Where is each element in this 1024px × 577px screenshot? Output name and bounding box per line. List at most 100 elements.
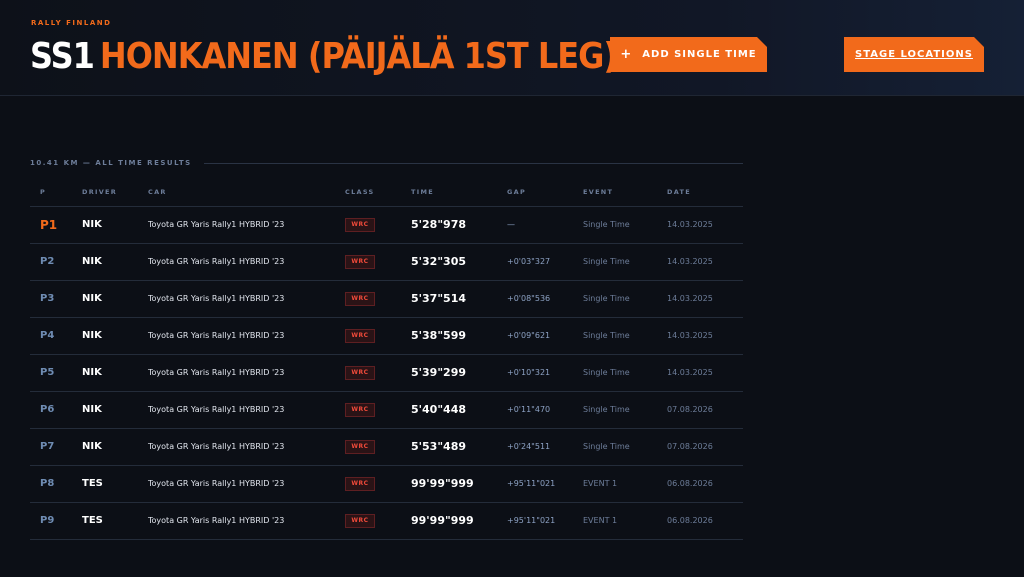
cell-time: 99'99"999 [411, 502, 507, 540]
cell-gap: +95'11"021 [507, 502, 583, 540]
cell-time: 5'39"299 [411, 354, 507, 392]
class-badge: WRC [345, 439, 375, 454]
cell-time: 5'40"448 [411, 391, 507, 429]
cell-driver: TES [82, 465, 148, 503]
table-row[interactable]: P8 TES Toyota GR Yaris Rally1 HYBRID '23 WR… [30, 465, 743, 503]
table-row[interactable]: P2 NIK Toyota GR Yaris Rally1 HYBRID '23 WR… [30, 243, 743, 281]
class-badge: WRC [345, 291, 375, 306]
cell-position: P8 [30, 465, 82, 503]
cell-position: P6 [30, 391, 82, 429]
cell-position: P5 [30, 354, 82, 392]
cell-time: 5'28"978 [411, 206, 507, 244]
plus-icon: + [620, 47, 633, 62]
cell-date: 14.03.2025 [667, 243, 743, 281]
cell-position: P7 [30, 428, 82, 466]
cell-event: EVENT 1 [583, 502, 667, 540]
table-row[interactable]: P5 NIK Toyota GR Yaris Rally1 HYBRID '23 WR… [30, 354, 743, 392]
cell-gap: +0'24"511 [507, 428, 583, 466]
class-badge: WRC [345, 328, 375, 343]
cell-class: WRC [345, 428, 411, 466]
cell-class: WRC [345, 280, 411, 318]
cell-position: P1 [30, 206, 82, 244]
page-header: RALLY FINLAND SS1 HONKANEN (PÄIJÄLÄ 1ST L… [0, 0, 1024, 96]
table-row[interactable]: P1 NIK Toyota GR Yaris Rally1 HYBRID '23 WR… [30, 206, 743, 244]
cell-class: WRC [345, 502, 411, 540]
cell-date: 14.03.2025 [667, 317, 743, 355]
cell-date: 14.03.2025 [667, 206, 743, 244]
cell-date: 07.08.2026 [667, 428, 743, 466]
column-header-event[interactable]: EVENT [583, 179, 667, 207]
cell-time: 99'99"999 [411, 465, 507, 503]
cell-gap: +0'08"536 [507, 280, 583, 318]
column-header-date[interactable]: DATE [667, 179, 743, 207]
section-divider [203, 162, 743, 164]
cell-class: WRC [345, 317, 411, 355]
cell-time: 5'38"599 [411, 317, 507, 355]
table-row[interactable]: P7 NIK Toyota GR Yaris Rally1 HYBRID '23 WR… [30, 428, 743, 466]
stage-code: SS1 [30, 35, 95, 77]
cell-driver: NIK [82, 280, 148, 318]
cell-date: 14.03.2025 [667, 280, 743, 318]
column-header-time[interactable]: TIME [411, 179, 507, 207]
stage-locations-button[interactable]: STAGE LOCATIONS [844, 37, 984, 72]
cell-driver: NIK [82, 354, 148, 392]
cell-gap: +0'03"327 [507, 243, 583, 281]
cell-car: Toyota GR Yaris Rally1 HYBRID '23 [148, 280, 345, 318]
table-row[interactable]: P4 NIK Toyota GR Yaris Rally1 HYBRID '23 WR… [30, 317, 743, 355]
class-badge: WRC [345, 217, 375, 232]
cell-position: P2 [30, 243, 82, 281]
table-row[interactable]: P9 TES Toyota GR Yaris Rally1 HYBRID '23 WR… [30, 502, 743, 540]
cell-position: P4 [30, 317, 82, 355]
class-badge: WRC [345, 254, 375, 269]
cell-class: WRC [345, 465, 411, 503]
cell-gap: +95'11"021 [507, 465, 583, 503]
table-row[interactable]: P3 NIK Toyota GR Yaris Rally1 HYBRID '23 WR… [30, 280, 743, 318]
column-header-driver[interactable]: DRIVER [82, 179, 148, 207]
table-header-row: P DRIVER CAR CLASS TIME GAP EVENT DATE [30, 179, 743, 207]
cell-class: WRC [345, 354, 411, 392]
cell-time: 5'53"489 [411, 428, 507, 466]
cell-class: WRC [345, 391, 411, 429]
cell-driver: NIK [82, 317, 148, 355]
cell-driver: NIK [82, 206, 148, 244]
column-header-gap[interactable]: GAP [507, 179, 583, 207]
column-header-class[interactable]: CLASS [345, 179, 411, 207]
cell-event: Single Time [583, 317, 667, 355]
class-badge: WRC [345, 513, 375, 528]
column-header-car[interactable]: CAR [148, 179, 345, 207]
add-single-time-label: ADD SINGLE TIME [642, 49, 757, 60]
cell-event: EVENT 1 [583, 465, 667, 503]
cell-date: 07.08.2026 [667, 391, 743, 429]
cell-car: Toyota GR Yaris Rally1 HYBRID '23 [148, 465, 345, 503]
cell-car: Toyota GR Yaris Rally1 HYBRID '23 [148, 428, 345, 466]
cell-driver: TES [82, 502, 148, 540]
cell-date: 06.08.2026 [667, 502, 743, 540]
cell-event: Single Time [583, 280, 667, 318]
cell-event: Single Time [583, 243, 667, 281]
cell-event: Single Time [583, 354, 667, 392]
class-badge: WRC [345, 476, 375, 491]
cell-driver: NIK [82, 243, 148, 281]
cell-car: Toyota GR Yaris Rally1 HYBRID '23 [148, 354, 345, 392]
cell-class: WRC [345, 243, 411, 281]
results-table: P DRIVER CAR CLASS TIME GAP EVENT DATE P… [30, 179, 743, 540]
cell-gap: — [507, 206, 583, 244]
page-title: SS1 HONKANEN (PÄIJÄLÄ 1ST LEG) [30, 34, 618, 78]
section-title: 10.41 KM — ALL TIME RESULTS [30, 159, 192, 167]
cell-car: Toyota GR Yaris Rally1 HYBRID '23 [148, 243, 345, 281]
cell-gap: +0'10"321 [507, 354, 583, 392]
cell-gap: +0'11"470 [507, 391, 583, 429]
cell-driver: NIK [82, 391, 148, 429]
table-row[interactable]: P6 NIK Toyota GR Yaris Rally1 HYBRID '23 WR… [30, 391, 743, 429]
cell-date: 06.08.2026 [667, 465, 743, 503]
cell-gap: +0'09"621 [507, 317, 583, 355]
cell-time: 5'32"305 [411, 243, 507, 281]
cell-event: Single Time [583, 391, 667, 429]
class-badge: WRC [345, 402, 375, 417]
cell-car: Toyota GR Yaris Rally1 HYBRID '23 [148, 206, 345, 244]
add-single-time-button[interactable]: + ADD SINGLE TIME [610, 37, 767, 72]
column-header-pos[interactable]: P [30, 179, 82, 207]
cell-car: Toyota GR Yaris Rally1 HYBRID '23 [148, 391, 345, 429]
cell-car: Toyota GR Yaris Rally1 HYBRID '23 [148, 317, 345, 355]
cell-event: Single Time [583, 206, 667, 244]
